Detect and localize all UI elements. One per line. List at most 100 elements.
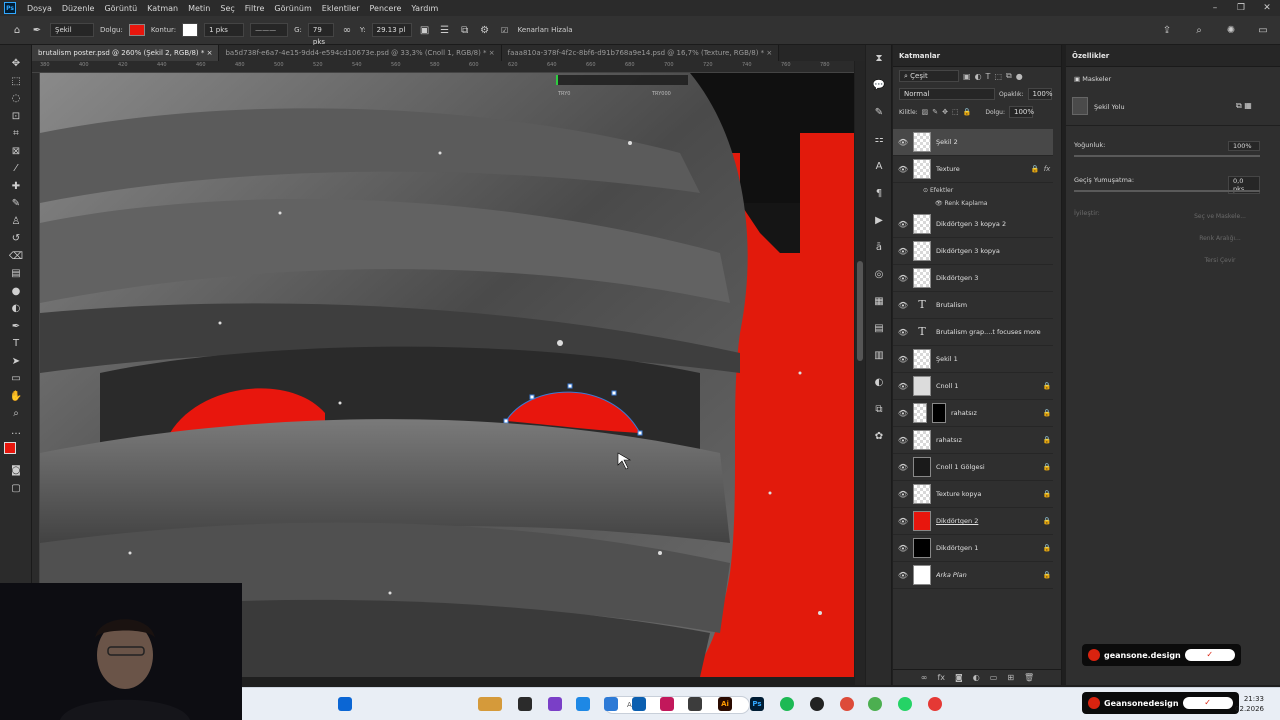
screen-mode-icon[interactable]: ▢	[0, 480, 32, 498]
filter-shape-icon[interactable]: ⬚	[994, 72, 1002, 81]
instagram-icon[interactable]	[660, 697, 674, 711]
menu-file[interactable]: Dosya	[22, 4, 57, 13]
color-panel-icon[interactable]: ◐	[866, 369, 892, 396]
visibility-eye-icon[interactable]: 👁	[893, 220, 913, 229]
healing-brush-tool-icon[interactable]: ✚	[0, 178, 32, 196]
select-and-mask-button[interactable]: Seç ve Maskele...	[1180, 211, 1260, 223]
adjustments-icon[interactable]: ⚏	[866, 126, 892, 153]
chrome-icon-2[interactable]	[868, 697, 882, 711]
layer-filter-select[interactable]: ⌕ Çeşit	[899, 70, 959, 82]
visibility-eye-icon[interactable]: 👁	[893, 463, 913, 472]
effect-row[interactable]: 👁 Renk Kaplama	[935, 200, 988, 207]
layer-row[interactable]: 👁 T Brutalism	[893, 292, 1053, 319]
invert-button[interactable]: Tersi Çevir	[1180, 255, 1260, 267]
eyedropper-tool-icon[interactable]: ⁄	[0, 160, 32, 178]
stroke-color-swatch[interactable]	[182, 23, 199, 37]
menu-plugins[interactable]: Eklentiler	[317, 4, 365, 13]
gradient-tool-icon[interactable]: ▤	[0, 265, 32, 283]
layer-row[interactable]: 👁 T Brutalism grap....t focuses more	[893, 319, 1053, 346]
eraser-tool-icon[interactable]: ⌫	[0, 248, 32, 266]
windows-start-icon[interactable]	[338, 697, 352, 711]
actions-panel-icon[interactable]: ▶	[866, 207, 892, 234]
app-icon[interactable]	[548, 697, 562, 711]
channels-panel-icon[interactable]: ◎	[866, 261, 892, 288]
stamp-tool-icon[interactable]: ♙	[0, 213, 32, 231]
chrome-icon-3[interactable]	[928, 697, 942, 711]
more-tools-icon[interactable]: …	[0, 423, 32, 441]
swatches-panel-icon[interactable]: ▦	[866, 288, 892, 315]
layer-mask-thumbnail[interactable]	[932, 403, 946, 423]
pen-tool-icon[interactable]: ✒	[0, 318, 32, 336]
menu-select[interactable]: Seç	[215, 4, 239, 13]
app-icon-2[interactable]	[688, 697, 702, 711]
layer-row[interactable]: 👁 Dikdörtgen 1 🔒	[893, 535, 1053, 562]
patterns-panel-icon[interactable]: ▤	[866, 315, 892, 342]
tab-brutalism-poster[interactable]: brutalism poster.psd @ 260% (Şekil 2, RG…	[32, 45, 220, 61]
layer-row[interactable]: 👁 Dikdörtgen 3 kopya	[893, 238, 1053, 265]
height-input[interactable]: 29.13 pl	[371, 23, 412, 37]
visibility-eye-icon[interactable]: 👁	[893, 382, 913, 391]
visibility-eye-icon[interactable]: 👁	[893, 274, 913, 283]
anchor-point[interactable]	[637, 430, 643, 436]
close-icon[interactable]: ✕	[1254, 0, 1280, 16]
lasso-tool-icon[interactable]: ◌	[0, 90, 32, 108]
blur-tool-icon[interactable]: ●	[0, 283, 32, 301]
stroke-width-input[interactable]: 1 pks	[204, 23, 245, 37]
properties-panel-icon[interactable]: ✿	[866, 423, 892, 450]
shape-mode-select[interactable]: Şekil	[50, 23, 94, 37]
comments-panel-icon[interactable]: 💬	[866, 72, 892, 99]
home-icon[interactable]: ⌂	[10, 23, 24, 37]
layer-row[interactable]: 👁 rahatsız 🔒	[893, 400, 1053, 427]
filter-toggle-icon[interactable]: ●	[1016, 72, 1023, 81]
apply-mask-icon[interactable]: ⧉ ▦	[1236, 101, 1252, 111]
history-panel-icon[interactable]: ⧗	[866, 45, 892, 72]
visibility-eye-icon[interactable]: 👁	[893, 571, 913, 580]
fx-icon[interactable]: fx	[1041, 165, 1053, 173]
anchor-point[interactable]	[529, 394, 535, 400]
layer-row[interactable]: 👁 Arka Plan 🔒	[893, 562, 1053, 589]
pen-tool-preset-icon[interactable]: ✒	[30, 23, 44, 37]
layer-row[interactable]: 👁 rahatsız 🔒	[893, 427, 1053, 454]
anchor-point[interactable]	[611, 390, 617, 396]
chrome-icon[interactable]	[840, 697, 854, 711]
menu-window[interactable]: Pencere	[365, 4, 407, 13]
taskbar-clock[interactable]: 21:33 02.2026	[1235, 694, 1264, 714]
navigator-panel-icon[interactable]: ⧉	[866, 396, 892, 423]
menu-view[interactable]: Görünüm	[269, 4, 316, 13]
new-group-icon[interactable]: ▭	[990, 673, 998, 682]
rectangle-tool-icon[interactable]: ▭	[0, 370, 32, 388]
visibility-eye-icon[interactable]: 👁	[893, 436, 913, 445]
adjustment-layer-icon[interactable]: ◐	[973, 673, 980, 682]
libraries-panel-icon[interactable]: ▥	[866, 342, 892, 369]
menu-edit[interactable]: Düzenle	[57, 4, 100, 13]
path-operations-icon[interactable]: ▣	[418, 23, 432, 37]
app-icon-3[interactable]	[810, 697, 824, 711]
quick-mask-icon[interactable]: ◙	[0, 462, 32, 480]
visibility-eye-icon[interactable]: 👁	[893, 328, 913, 337]
type-tool-icon[interactable]: T	[0, 335, 32, 353]
layer-row[interactable]: 👁 Şekil 2	[893, 129, 1053, 156]
layer-row[interactable]: 👁 Dikdörtgen 3	[893, 265, 1053, 292]
scrollbar-thumb[interactable]	[857, 261, 863, 361]
visibility-eye-icon[interactable]: 👁	[893, 517, 913, 526]
opacity-input[interactable]: 100%	[1027, 88, 1053, 100]
menu-help[interactable]: Yardım	[406, 4, 443, 13]
menu-filter[interactable]: Filtre	[240, 4, 270, 13]
feather-slider[interactable]	[1074, 190, 1260, 192]
lock-artboard-icon[interactable]: ⬚	[952, 108, 959, 116]
layer-row[interactable]: 👁 Şekil 1	[893, 346, 1053, 373]
layer-row[interactable]: 👁 Dikdörtgen 3 kopya 2	[893, 211, 1053, 238]
paragraph-panel-icon[interactable]: ¶	[866, 180, 892, 207]
gear-icon[interactable]: ⚙	[478, 23, 492, 37]
lock-position-icon[interactable]: ✥	[942, 108, 948, 116]
menu-image[interactable]: Görüntü	[99, 4, 142, 13]
canvas-scrollbar-vertical[interactable]	[855, 61, 865, 685]
illustrator-icon[interactable]: Ai	[718, 697, 732, 711]
link-icon[interactable]: ∞	[340, 23, 354, 37]
share-icon[interactable]: ⇪	[1160, 24, 1174, 38]
widgets-icon[interactable]	[478, 697, 502, 711]
tab-document-3[interactable]: faaa810a-378f-4f2c-8bf6-d91b768a9e14.psd…	[501, 45, 780, 61]
task-view-icon[interactable]	[518, 697, 532, 711]
layer-row[interactable]: 👁 Cnoll 1 🔒	[893, 373, 1053, 400]
anchor-point[interactable]	[503, 418, 509, 424]
